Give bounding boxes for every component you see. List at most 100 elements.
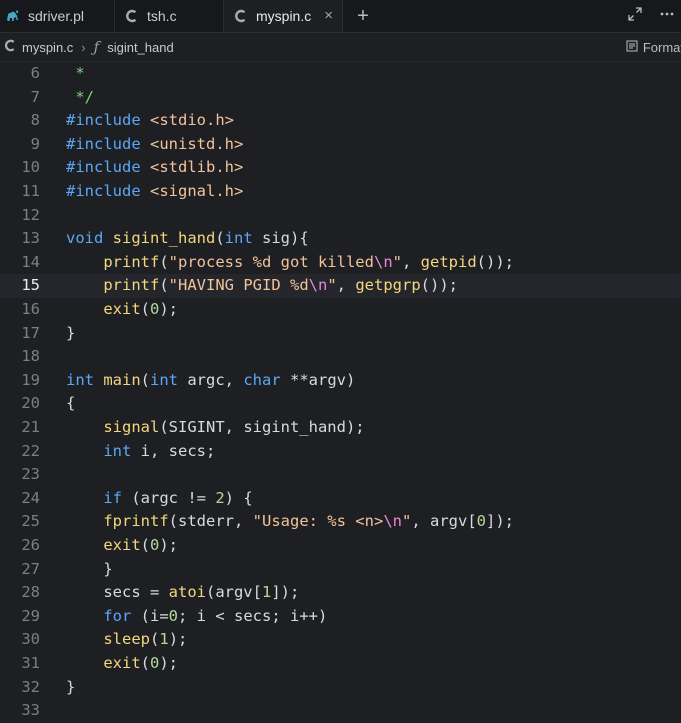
code-token: "HAVING PGID %d [168, 276, 309, 295]
code-line[interactable]: 27 } [0, 558, 681, 582]
tab-label: tsh.c [147, 8, 177, 24]
line-number: 14 [21, 252, 40, 271]
code-line[interactable]: 18 [0, 345, 681, 369]
code-token: #include [66, 134, 150, 153]
c-file-icon [3, 38, 18, 56]
code-text: fprintf(stderr, "Usage: %s <n>\n", argv[… [66, 510, 514, 534]
breadcrumb: myspin.c › ƒ sigint_hand Format [0, 33, 681, 62]
line-number: 25 [21, 512, 40, 531]
code-line[interactable]: 10 #include <stdlib.h> [0, 156, 681, 180]
line-number: 24 [21, 488, 40, 507]
code-line[interactable]: 29 for (i=0; i < secs; i++) [0, 605, 681, 629]
code-text: secs = atoi(argv[1]); [66, 581, 299, 605]
code-text: * [66, 62, 84, 86]
tab-myspin-c[interactable]: myspin.c × [224, 0, 343, 32]
code-token: 0 [150, 300, 160, 318]
tab-tsh-c[interactable]: tsh.c [115, 0, 224, 32]
code-line[interactable]: 31 exit(0); [0, 652, 681, 676]
code-token: ()); [476, 252, 514, 271]
code-text: } [66, 676, 75, 700]
code-token: **argv) [290, 370, 356, 389]
breadcrumb-function[interactable]: sigint_hand [107, 40, 174, 55]
code-token: #include [66, 158, 150, 177]
code-line[interactable]: 33 [0, 699, 681, 723]
code-token: #include [66, 182, 150, 200]
code-line[interactable]: 8 #include <stdio.h> [0, 109, 681, 133]
code-token: (stderr, [168, 512, 253, 531]
line-number: 16 [21, 300, 40, 318]
line-number: 27 [21, 559, 40, 578]
maximize-icon[interactable] [627, 6, 643, 27]
code-line[interactable]: 32} [0, 676, 681, 700]
tab-label: sdriver.pl [28, 8, 85, 24]
code-token: argc, [187, 370, 244, 389]
line-number: 23 [21, 465, 40, 484]
code-token: printf [103, 252, 160, 271]
code-token: for [103, 606, 141, 625]
code-line[interactable]: 23 [0, 463, 681, 487]
code-text: { [66, 392, 75, 416]
code-line[interactable]: 19 int main(int argc, char **argv) [0, 369, 681, 393]
code-token: */ [66, 87, 94, 106]
code-line[interactable]: 9 #include <unistd.h> [0, 133, 681, 157]
code-token: exit [103, 300, 141, 318]
code-token: 0 [476, 512, 486, 531]
code-text: } [66, 558, 112, 582]
tab-sdriver-pl[interactable]: sdriver.pl [0, 0, 115, 32]
code-line[interactable]: 13 void sigint_hand(int sig){ [0, 227, 681, 251]
code-token: sleep [103, 630, 150, 649]
code-line[interactable]: 20 { [0, 392, 681, 416]
code-line[interactable]: 12 [0, 204, 681, 228]
code-token: sig){ [262, 229, 309, 248]
c-file-icon [232, 7, 250, 25]
line-number: 26 [21, 536, 40, 554]
code-line[interactable]: 22 int i, secs; [0, 440, 681, 464]
code-line[interactable]: 24 if (argc != 2) { [0, 487, 681, 511]
code-token: ( [159, 252, 169, 271]
code-token: \n [308, 276, 328, 295]
code-line[interactable]: 21 signal(SIGINT, sigint_hand); [0, 416, 681, 440]
code-token: getpgrp [355, 276, 421, 295]
code-token: sigint_hand [112, 229, 216, 248]
code-line[interactable]: 14 printf("process %d got killed\n", get… [0, 251, 681, 275]
c-file-icon [123, 7, 141, 25]
code-line[interactable]: 17} [0, 322, 681, 346]
code-line[interactable]: 28 secs = atoi(argv[1]); [0, 581, 681, 605]
code-token: ()); [420, 276, 458, 295]
code-token: int [66, 370, 104, 389]
breadcrumb-file[interactable]: myspin.c [22, 40, 73, 55]
new-tab-button[interactable]: + [343, 0, 383, 32]
code-line[interactable]: 25 fprintf(stderr, "Usage: %s <n>\n", ar… [0, 510, 681, 534]
code-text: #include <unistd.h> [66, 133, 243, 157]
code-line[interactable]: 6 * [0, 62, 681, 86]
current-code-line[interactable]: 15 printf("HAVING PGID %d\n", getpgrp())… [0, 274, 681, 298]
close-icon[interactable]: × [324, 7, 333, 24]
code-line[interactable]: 30 sleep(1); [0, 628, 681, 652]
code-token: ); [159, 300, 179, 318]
code-line[interactable]: 26 exit(0); [0, 534, 681, 558]
code-text: signal(SIGINT, sigint_hand); [66, 416, 364, 440]
more-options-icon[interactable] [659, 6, 675, 27]
line-number: 33 [21, 701, 40, 720]
code-token: getpid [420, 252, 477, 271]
code-editor[interactable]: 6 * 7 */8 #include <stdio.h> 9 #include <uni… [0, 62, 681, 720]
code-line[interactable]: 7 */ [0, 86, 681, 110]
line-number: 19 [21, 370, 40, 389]
format-button[interactable]: Format [626, 33, 681, 61]
code-text: exit(0); [66, 534, 178, 558]
line-number: 28 [21, 583, 40, 602]
code-token: printf [103, 276, 160, 295]
format-icon [626, 40, 638, 55]
code-line[interactable]: 11 #include <signal.h> [0, 180, 681, 204]
breadcrumb-separator: › [81, 39, 86, 55]
code-line[interactable]: 16 exit(0); [0, 298, 681, 322]
